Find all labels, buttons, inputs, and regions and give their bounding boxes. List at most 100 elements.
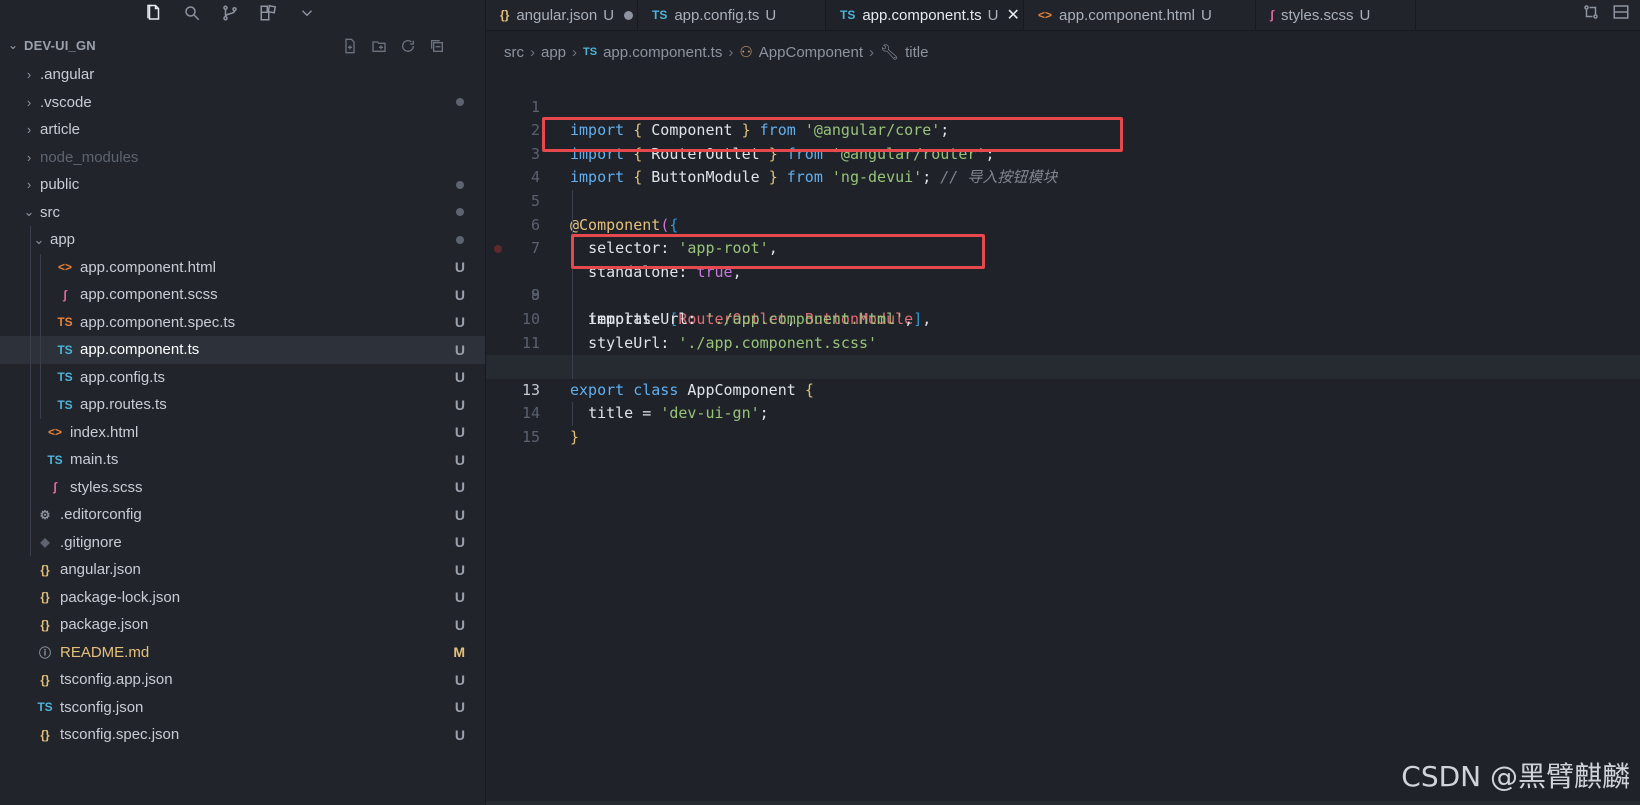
- tree-file[interactable]: <> app.component.html U: [0, 254, 485, 282]
- tree-file[interactable]: TS main.ts U: [0, 446, 485, 474]
- tab-bar: {} angular.json U TS app.config.ts U TS app.com…: [486, 0, 1640, 31]
- tree-file[interactable]: TS app.config.ts U: [0, 364, 485, 392]
- breadcrumb-app[interactable]: app: [541, 44, 566, 61]
- close-icon[interactable]: ✕: [1006, 5, 1019, 25]
- tree-folder[interactable]: ⌄ src: [0, 199, 485, 227]
- tree-file[interactable]: {} tsconfig.app.json U: [0, 666, 485, 694]
- chevron-right-icon: ›: [572, 43, 578, 61]
- code-line[interactable]: 2 import { RouterOutlet } from '@angular…: [486, 96, 1640, 163]
- tree-folder[interactable]: › article: [0, 116, 485, 144]
- code-line[interactable]: 15: [486, 402, 1640, 446]
- extensions-icon[interactable]: [257, 2, 279, 24]
- workspace-title[interactable]: DEV-UI_GN: [24, 38, 96, 53]
- editor-tab[interactable]: TS app.component.ts U ✕: [826, 0, 1024, 30]
- tree-item-label: src: [40, 203, 60, 221]
- chevron-right-icon: ›: [26, 94, 32, 110]
- tree-item-label: app.routes.ts: [80, 396, 167, 414]
- tree-item-label: app.component.spec.ts: [80, 313, 236, 331]
- tree-file[interactable]: TS app.component.spec.ts U: [0, 309, 485, 337]
- tree-item-label: public: [40, 176, 80, 194]
- tree-file[interactable]: {} angular.json U: [0, 556, 485, 584]
- git-status-badge: U: [454, 451, 465, 468]
- tree-file[interactable]: TS app.component.ts U: [0, 336, 485, 364]
- tree-item-label: app.config.ts: [80, 368, 166, 386]
- line-number: 15: [521, 427, 540, 446]
- editor-area: {} angular.json U TS app.config.ts U TS app.com…: [486, 0, 1640, 805]
- chevron-down-icon[interactable]: [296, 2, 318, 24]
- tree-file[interactable]: {} package-lock.json U: [0, 584, 485, 612]
- git-status-badge: U: [454, 259, 465, 276]
- code-line[interactable]: 10 styleUrl: './app.component.scss': [486, 284, 1640, 352]
- chevron-down-icon: ⌄: [23, 204, 35, 220]
- tree-file[interactable]: ⚙ .editorconfig U: [0, 501, 485, 529]
- breadcrumb-class[interactable]: AppComponent: [759, 44, 863, 61]
- chevron-down-icon[interactable]: ⌄: [8, 38, 18, 52]
- editor-tab[interactable]: {} angular.json U: [486, 0, 638, 30]
- unsaved-dot-icon[interactable]: [624, 10, 634, 20]
- refresh-icon[interactable]: [398, 36, 418, 56]
- tree-file[interactable]: <> index.html U: [0, 419, 485, 447]
- tree-item-label: README.md: [60, 643, 150, 661]
- tree-folder[interactable]: ⌄ app: [0, 226, 485, 254]
- indent-guide: [30, 226, 31, 556]
- tree-folder[interactable]: › public: [0, 171, 485, 199]
- html-file-icon: <>: [57, 260, 72, 275]
- chevron-right-icon: ›: [26, 149, 32, 165]
- file-type-icon: <>: [1038, 8, 1053, 22]
- code-editor[interactable]: 1 import { Component } from '@angular/co…: [486, 72, 1640, 446]
- ts-file-icon: TS: [47, 452, 63, 467]
- git-status-badge: U: [454, 616, 465, 633]
- tree-file[interactable]: TS app.routes.ts U: [0, 391, 485, 419]
- open-changes-icon[interactable]: [1582, 3, 1600, 26]
- code-line[interactable]: 12 export class AppComponent {: [486, 332, 1640, 399]
- new-file-icon[interactable]: [340, 36, 360, 56]
- breadcrumb-file[interactable]: app.component.ts: [603, 44, 722, 61]
- tree-folder[interactable]: › node_modules: [0, 144, 485, 172]
- editor-tab[interactable]: ʃ styles.scss U: [1256, 0, 1416, 30]
- code-line[interactable]: 1 import { Component } from '@angular/co…: [486, 72, 1640, 140]
- editor-tab[interactable]: <> app.component.html U: [1024, 0, 1256, 30]
- tab-label: app.component.ts: [862, 6, 982, 24]
- tree-file[interactable]: {} tsconfig.spec.json U: [0, 721, 485, 749]
- modified-dot-icon: [456, 98, 464, 107]
- horizontal-scrollbar[interactable]: [486, 801, 1640, 805]
- tree-file[interactable]: ʃ app.component.scss U: [0, 281, 485, 309]
- chevron-right-icon: ›: [728, 43, 734, 61]
- git-file-icon: ◆: [40, 535, 50, 550]
- source-control-icon[interactable]: [219, 2, 241, 24]
- collapse-all-icon[interactable]: [427, 36, 447, 56]
- json-file-icon: {}: [40, 617, 50, 632]
- tree-item-label: package-lock.json: [60, 588, 181, 606]
- tree-folder[interactable]: › .vscode: [0, 89, 485, 117]
- code-line-current[interactable]: 13 title = 'dev-ui-gn';: [486, 355, 1640, 422]
- typescript-icon: TS: [583, 46, 598, 58]
- tree-file[interactable]: ◆ .gitignore U: [0, 529, 485, 557]
- split-editor-icon[interactable]: [1612, 3, 1630, 26]
- tree-item-label: angular.json: [60, 561, 141, 579]
- code-line[interactable]: 6 selector: 'app-root',: [486, 190, 1640, 258]
- breadcrumb-src[interactable]: src: [504, 44, 524, 61]
- breadcrumb-property[interactable]: title: [905, 44, 928, 61]
- files-icon[interactable]: [143, 2, 165, 24]
- tree-file[interactable]: ʃ styles.scss U: [0, 474, 485, 502]
- code-line[interactable]: 11 }): [486, 308, 1640, 376]
- tree-file[interactable]: TS tsconfig.json U: [0, 694, 485, 722]
- indent-guide: [40, 254, 41, 419]
- file-type-icon: TS: [840, 8, 856, 22]
- tree-item-label: node_modules: [40, 148, 139, 166]
- new-folder-icon[interactable]: [369, 36, 389, 56]
- tree-file[interactable]: ⓘ README.md M: [0, 639, 485, 667]
- tab-label: styles.scss: [1281, 6, 1354, 24]
- code-line[interactable]: 14 }: [486, 379, 1640, 446]
- search-icon[interactable]: [181, 2, 203, 24]
- json-file-icon: {}: [40, 727, 50, 742]
- chevron-down-icon: ⌄: [33, 231, 45, 247]
- indent-guide: [572, 190, 573, 379]
- tree-file[interactable]: {} package.json U: [0, 611, 485, 639]
- chevron-right-icon: ›: [530, 43, 535, 61]
- code-line[interactable]: 5 @Component({: [486, 166, 1640, 234]
- breakpoint-icon[interactable]: [494, 245, 502, 254]
- token: }: [570, 427, 580, 446]
- tree-folder[interactable]: › .angular: [0, 61, 485, 89]
- editor-tab[interactable]: TS app.config.ts U: [638, 0, 826, 30]
